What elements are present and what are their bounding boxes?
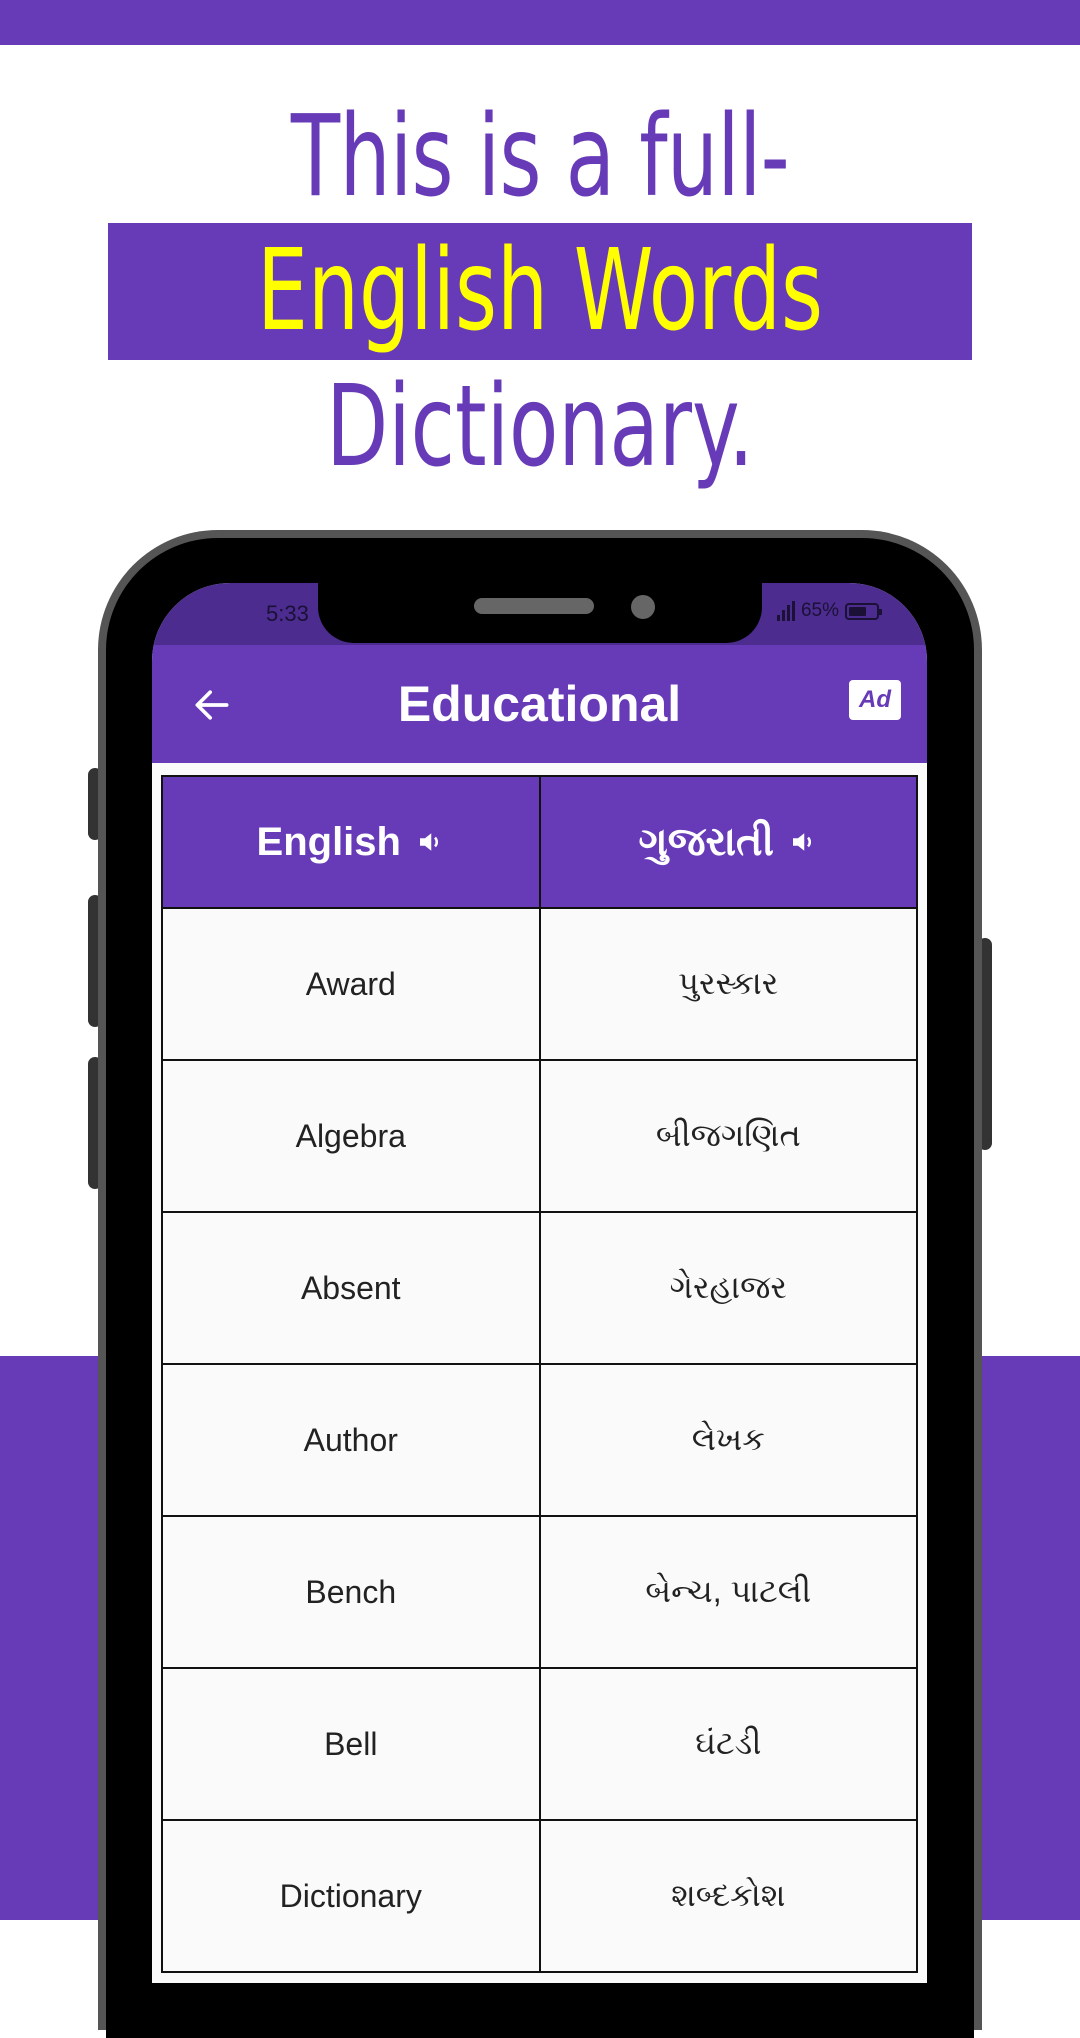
table-row[interactable]: Bell ઘંટડી (161, 1667, 918, 1821)
table-row[interactable]: Author લેખક (161, 1363, 918, 1517)
headline-line-2: English Words (256, 226, 824, 356)
signal-icon (776, 601, 795, 621)
table-row[interactable]: Algebra બીજગણિત (161, 1059, 918, 1213)
table-row[interactable]: Bench બેન્ચ, પાટલી (161, 1515, 918, 1669)
battery-percent: 65% (800, 600, 839, 621)
gujarati-word: ઘંટડી (538, 1667, 918, 1821)
column-header-label: ગુજરાતી (638, 819, 774, 864)
speaker-icon[interactable] (788, 827, 818, 857)
battery-fill (849, 606, 866, 616)
table-header-row: English ગુજરાતી (161, 775, 918, 909)
english-word: Bell (161, 1667, 541, 1821)
phone-screen: 5:33 65% Educational Ad English ગુજરાતી … (152, 583, 927, 1983)
gujarati-word: ગેરહાજર (538, 1211, 918, 1365)
column-header-label: English (256, 819, 401, 864)
gujarati-word: બીજગણિત (538, 1059, 918, 1213)
gujarati-word: પુરસ્કાર (538, 907, 918, 1061)
top-accent-band (0, 0, 1080, 45)
english-word: Algebra (161, 1059, 541, 1213)
english-word: Absent (161, 1211, 541, 1365)
english-word: Author (161, 1363, 541, 1517)
page-title: Educational (397, 676, 682, 732)
status-icons: 65% (776, 600, 882, 622)
english-word: Dictionary (161, 1819, 541, 1973)
column-header-english[interactable]: English (161, 775, 541, 909)
column-header-gujarati[interactable]: ગુજરાતી (538, 775, 918, 909)
english-word: Bench (161, 1515, 541, 1669)
table-row[interactable]: Award પુરસ્કાર (161, 907, 918, 1061)
table-row[interactable]: Absent ગેરહાજર (161, 1211, 918, 1365)
word-table: English ગુજરાતી Award પુરસ્કાર Algebra બ… (161, 775, 918, 1973)
status-time: 5:33 (266, 601, 309, 626)
front-camera (631, 595, 655, 619)
earpiece-speaker (474, 598, 594, 614)
speaker-icon[interactable] (415, 827, 445, 857)
headline-line-3: Dictionary. (326, 362, 754, 492)
ad-button[interactable]: Ad (849, 680, 901, 720)
gujarati-word: લેખક (538, 1363, 918, 1517)
gujarati-word: શબ્દકોશ (538, 1819, 918, 1973)
gujarati-word: બેન્ચ, પાટલી (538, 1515, 918, 1669)
english-word: Award (161, 907, 541, 1061)
battery-icon (845, 602, 882, 620)
table-row[interactable]: Dictionary શબ્દકોશ (161, 1819, 918, 1973)
app-bar: Educational Ad (152, 645, 927, 763)
